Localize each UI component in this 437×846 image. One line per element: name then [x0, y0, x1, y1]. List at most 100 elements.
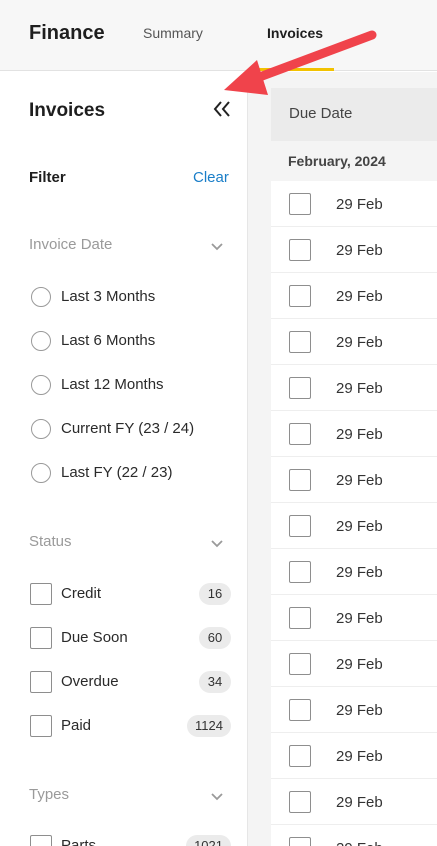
due-date-cell: 29 Feb [336, 518, 383, 535]
checkbox[interactable] [30, 715, 52, 737]
radio-label: Last 12 Months [61, 376, 164, 393]
row-checkbox[interactable] [289, 469, 311, 491]
due-date-cell: 29 Feb [336, 426, 383, 443]
types-parts-option[interactable]: Parts 1021 [29, 832, 231, 846]
radio-current-fy[interactable]: Current FY (23 / 24) [29, 415, 231, 443]
table-row[interactable]: 29 Feb [271, 779, 437, 825]
due-date-cell: 29 Feb [336, 564, 383, 581]
due-date-cell: 29 Feb [336, 288, 383, 305]
filter-label: Filter [29, 169, 66, 186]
due-date-cell: 29 Feb [336, 334, 383, 351]
chevron-down-icon [210, 536, 224, 548]
row-checkbox[interactable] [289, 791, 311, 813]
active-tab-indicator [252, 68, 334, 71]
count-badge: 34 [199, 671, 231, 693]
table-row[interactable]: 29 Feb [271, 181, 437, 227]
radio-last-3-months[interactable]: Last 3 Months [29, 283, 231, 311]
top-nav: Finance Summary Invoices [0, 0, 437, 71]
table-row[interactable]: 29 Feb [271, 595, 437, 641]
radio-button[interactable] [31, 463, 51, 483]
row-checkbox[interactable] [289, 377, 311, 399]
row-checkbox[interactable] [289, 239, 311, 261]
due-date-cell: 29 Feb [336, 702, 383, 719]
due-date-cell: 29 Feb [336, 840, 383, 846]
filter-sidebar: Invoices Filter Clear Invoice Date Last … [0, 72, 248, 846]
table-row[interactable]: 29 Feb [271, 411, 437, 457]
invoice-list-panel: Due Date February, 2024 29 Feb 29 Feb 29 F… [248, 72, 437, 846]
checkbox-label: Paid [61, 717, 92, 734]
row-checkbox[interactable] [289, 515, 311, 537]
radio-last-12-months[interactable]: Last 12 Months [29, 371, 231, 399]
due-date-cell: 29 Feb [336, 748, 383, 765]
table-row[interactable]: 29 Feb [271, 227, 437, 273]
count-badge: 1124 [187, 715, 231, 737]
status-paid-option[interactable]: Paid 1124 [29, 712, 231, 740]
status-credit-option[interactable]: Credit 16 [29, 580, 231, 608]
types-section-header[interactable]: Types [29, 786, 229, 808]
column-header-label: Due Date [289, 105, 353, 122]
row-checkbox[interactable] [289, 699, 311, 721]
radio-button[interactable] [31, 331, 51, 351]
row-checkbox[interactable] [289, 745, 311, 767]
invoice-date-section-header[interactable]: Invoice Date [29, 236, 229, 258]
app-brand: Finance [29, 22, 105, 44]
radio-label: Last 6 Months [61, 332, 156, 349]
table-row[interactable]: 29 Feb [271, 733, 437, 779]
status-label: Status [29, 533, 72, 550]
checkbox-label: Parts [61, 837, 97, 846]
row-checkbox[interactable] [289, 285, 311, 307]
table-row[interactable]: 29 Feb [271, 687, 437, 733]
due-date-cell: 29 Feb [336, 380, 383, 397]
row-checkbox[interactable] [289, 561, 311, 583]
invoice-rows: 29 Feb 29 Feb 29 Feb 29 Feb 29 Feb 29 Feb 29 F… [271, 181, 437, 846]
table-row[interactable]: 29 Feb [271, 503, 437, 549]
table-row[interactable]: 29 Feb [271, 825, 437, 846]
types-label: Types [29, 786, 70, 803]
row-checkbox[interactable] [289, 607, 311, 629]
double-chevron-left-icon[interactable] [212, 98, 232, 120]
checkbox-label: Due Soon [61, 629, 128, 646]
invoice-date-label: Invoice Date [29, 236, 113, 253]
radio-button[interactable] [31, 419, 51, 439]
row-checkbox[interactable] [289, 423, 311, 445]
radio-last-fy[interactable]: Last FY (22 / 23) [29, 459, 231, 487]
status-section-header[interactable]: Status [29, 533, 229, 555]
table-row[interactable]: 29 Feb [271, 641, 437, 687]
count-badge: 1021 [186, 835, 231, 846]
due-date-cell: 29 Feb [336, 242, 383, 259]
row-checkbox[interactable] [289, 193, 311, 215]
due-date-cell: 29 Feb [336, 656, 383, 673]
checkbox[interactable] [30, 627, 52, 649]
radio-button[interactable] [31, 287, 51, 307]
tab-summary[interactable]: Summary [143, 25, 203, 41]
table-row[interactable]: 29 Feb [271, 549, 437, 595]
due-date-cell: 29 Feb [336, 472, 383, 489]
table-row[interactable]: 29 Feb [271, 319, 437, 365]
tab-invoices[interactable]: Invoices [267, 25, 323, 41]
count-badge: 60 [199, 627, 231, 649]
radio-last-6-months[interactable]: Last 6 Months [29, 327, 231, 355]
row-checkbox[interactable] [289, 653, 311, 675]
radio-label: Current FY (23 / 24) [61, 420, 195, 437]
month-group-header: February, 2024 [271, 141, 437, 181]
due-date-cell: 29 Feb [336, 610, 383, 627]
row-checkbox[interactable] [289, 331, 311, 353]
checkbox-label: Credit [61, 585, 102, 602]
table-row[interactable]: 29 Feb [271, 457, 437, 503]
radio-button[interactable] [31, 375, 51, 395]
table-row[interactable]: 29 Feb [271, 365, 437, 411]
clear-filters-link[interactable]: Clear [193, 169, 229, 186]
row-checkbox[interactable] [289, 837, 311, 846]
table-row[interactable]: 29 Feb [271, 273, 437, 319]
due-date-cell: 29 Feb [336, 196, 383, 213]
checkbox[interactable] [30, 583, 52, 605]
status-due-soon-option[interactable]: Due Soon 60 [29, 624, 231, 652]
radio-label: Last FY (22 / 23) [61, 464, 173, 481]
checkbox[interactable] [30, 671, 52, 693]
status-overdue-option[interactable]: Overdue 34 [29, 668, 231, 696]
checkbox[interactable] [30, 835, 52, 846]
group-label: February, 2024 [288, 153, 386, 169]
sidebar-title: Invoices [29, 100, 106, 121]
due-date-column-header[interactable]: Due Date [271, 88, 437, 141]
due-date-cell: 29 Feb [336, 794, 383, 811]
